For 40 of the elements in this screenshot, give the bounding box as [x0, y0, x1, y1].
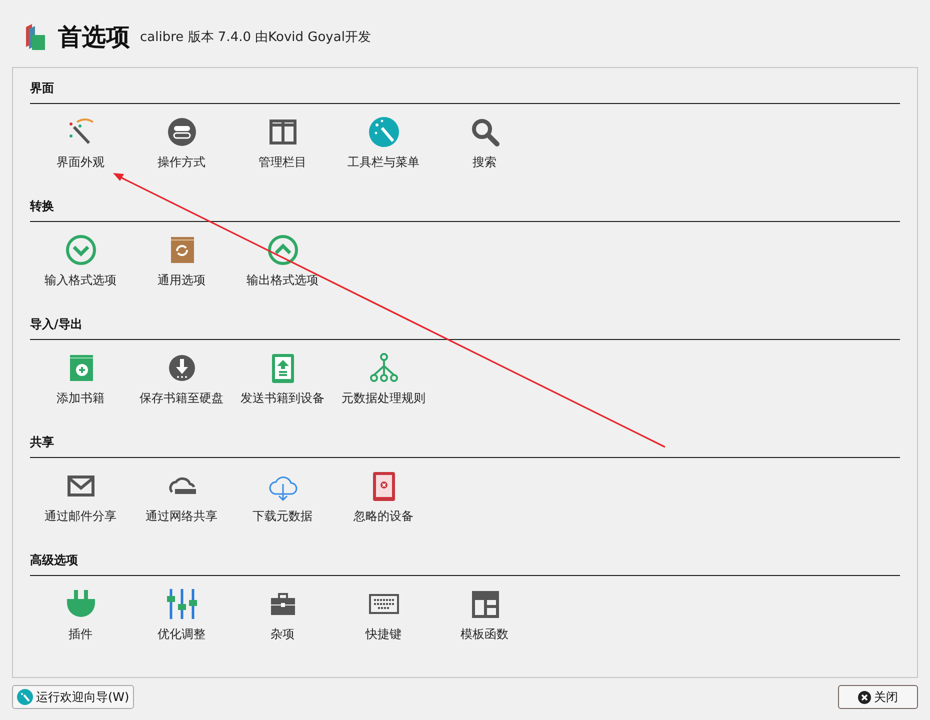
section-heading: 高级选项	[30, 552, 900, 576]
section-heading: 共享	[30, 434, 900, 458]
chevron-down-icon	[64, 234, 96, 266]
preference-item[interactable]: 管理栏目	[232, 116, 333, 171]
preference-item[interactable]: 输出格式选项	[232, 234, 333, 289]
chevron-up-icon	[266, 234, 298, 266]
preference-item[interactable]: 优化调整	[131, 588, 232, 643]
preference-item[interactable]: 搜索	[434, 116, 535, 171]
section-heading: 界面	[30, 80, 900, 104]
preference-item[interactable]: 保存书籍至硬盘	[131, 352, 232, 407]
preference-item[interactable]: 输入格式选项	[30, 234, 131, 289]
preference-item[interactable]: 添加书籍	[30, 352, 131, 407]
plug-icon	[64, 588, 96, 620]
toggle-icon	[166, 116, 198, 148]
preference-item[interactable]: 下载元数据	[232, 470, 333, 525]
preference-item[interactable]: 界面外观	[30, 116, 131, 171]
preference-item[interactable]: 忽略的设备	[333, 470, 434, 525]
preference-item[interactable]: 通用选项	[131, 234, 232, 289]
preference-item[interactable]: 快捷键	[333, 588, 434, 643]
window-title: 首选项	[58, 22, 130, 53]
preference-item[interactable]: 通过邮件分享	[30, 470, 131, 525]
preference-item[interactable]: 工具栏与菜单	[333, 116, 434, 171]
app-logo-icon	[24, 23, 46, 51]
close-icon	[858, 690, 871, 704]
section-heading: 导入/导出	[30, 316, 900, 340]
version-text: calibre 版本 7.4.0 由Kovid Goyal开发	[140, 29, 371, 46]
preference-item[interactable]: 发送书籍到设备	[232, 352, 333, 407]
sliders-icon	[166, 588, 198, 620]
preference-item[interactable]: 通过网络共享	[131, 470, 232, 525]
preference-item[interactable]: 模板函数	[434, 588, 535, 643]
close-button[interactable]: 关闭	[838, 685, 918, 709]
magic-wand-icon	[368, 116, 400, 148]
preference-item[interactable]: 杂项	[232, 588, 333, 643]
tree-icon	[368, 352, 400, 384]
welcome-wizard-button[interactable]: 运行欢迎向导(W)	[12, 685, 134, 709]
preference-item[interactable]: 元数据处理规则	[333, 352, 434, 407]
preference-item[interactable]: 插件	[30, 588, 131, 643]
section-heading: 转换	[30, 198, 900, 222]
preference-item[interactable]: 操作方式	[131, 116, 232, 171]
magic-wand-icon	[17, 689, 33, 705]
